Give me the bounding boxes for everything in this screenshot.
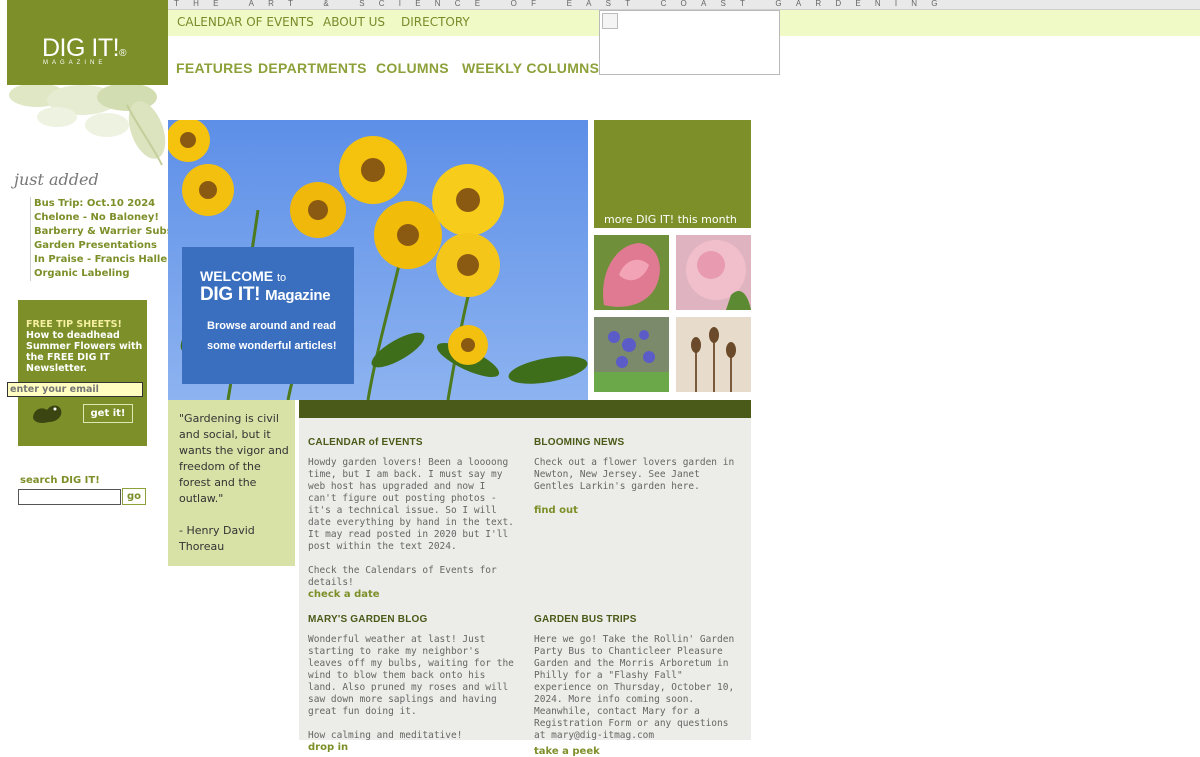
just-added-item[interactable]: Bus Trip: Oct.10 2024 [34, 197, 173, 211]
logo-subtitle: MAGAZINE [43, 60, 107, 66]
get-it-button[interactable]: get it! [83, 404, 133, 423]
nav-columns[interactable]: COLUMNS [376, 60, 449, 76]
thumb-seedheads-image[interactable] [676, 317, 751, 392]
section-title: GARDEN BUS TRIPS [534, 614, 637, 625]
nav-directory[interactable]: DIRECTORY [401, 15, 470, 29]
drop-in-link[interactable]: drop in [308, 742, 518, 753]
section-garden-blog: MARY'S GARDEN BLOG Wonderful weather at … [308, 614, 518, 753]
nav-departments[interactable]: DEPARTMENTS [258, 60, 367, 76]
section-blooming-news: BLOOMING NEWS Check out a flower lovers … [534, 437, 744, 516]
section-body2: How calming and meditative! [308, 730, 463, 741]
bird-icon [33, 405, 62, 423]
thumb-peony-image[interactable] [676, 235, 751, 310]
just-added-item[interactable]: In Praise - Francis Halle [34, 253, 173, 267]
section-body: Howdy garden lovers! Been a loooong time… [308, 457, 514, 552]
tip-sheets-body: How to deadhead Summer Flowers with the … [26, 330, 143, 374]
quote: "Gardening is civil and social, but it w… [179, 411, 289, 555]
more-dig-it-box[interactable] [594, 120, 751, 228]
search-go-button[interactable]: go [122, 488, 146, 505]
search-input[interactable] [18, 489, 121, 505]
section-title: MARY'S GARDEN BLOG [308, 614, 428, 625]
section-calendar: CALENDAR of EVENTS Howdy garden lovers! … [308, 437, 518, 600]
tip-sheets-title: FREE TIP SHEETS! [26, 319, 122, 330]
section-bus-trips: GARDEN BUS TRIPS Here we go! Take the Ro… [534, 614, 744, 757]
leaves-decoration-icon [9, 85, 166, 166]
email-input[interactable] [7, 382, 143, 397]
section-body: Here we go! Take the Rollin' Garden Part… [534, 634, 735, 741]
section-body: Wonderful weather at last! Just starting… [308, 634, 514, 717]
quote-author: - Henry David Thoreau [179, 524, 255, 553]
content-header-bar [299, 400, 751, 418]
just-added-item[interactable]: Chelone - No Baloney! [34, 211, 173, 225]
just-added-item[interactable]: Organic Labeling [34, 267, 173, 281]
just-added-list: Bus Trip: Oct.10 2024 Chelone - No Balon… [30, 197, 173, 281]
section-title: CALENDAR of EVENTS [308, 437, 423, 448]
nav-weekly-columns[interactable]: WEEKLY COLUMNS [462, 60, 599, 76]
take-a-peek-link[interactable]: take a peek [534, 746, 744, 757]
quote-text: "Gardening is civil and social, but it w… [179, 412, 289, 505]
logo-title: DIG IT!® [42, 34, 126, 62]
search-label: search DIG IT! [20, 475, 100, 486]
more-dig-it-label[interactable]: more DIG IT! this month [604, 213, 737, 226]
thumb-blue-flowers-image[interactable] [594, 317, 669, 392]
nav-features[interactable]: FEATURES [176, 60, 253, 76]
section-title: BLOOMING NEWS [534, 437, 625, 448]
section-body: Check out a flower lovers garden in Newt… [534, 457, 735, 492]
find-out-link[interactable]: find out [534, 505, 744, 516]
welcome-line1: WELCOME to [200, 268, 287, 284]
welcome-line3: Browse around and read some wonderful ar… [207, 320, 337, 352]
broken-image-icon [602, 13, 618, 29]
check-a-date-link[interactable]: check a date [308, 589, 518, 600]
nav-about-us[interactable]: ABOUT US [323, 15, 385, 29]
section-body2: Check the Calendars of Events for detail… [308, 565, 497, 588]
nav-calendar-of-events[interactable]: CALENDAR OF EVENTS [177, 15, 314, 29]
banner-image-placeholder[interactable] [599, 10, 780, 75]
welcome-line2: DIG IT! Magazine [200, 284, 331, 305]
just-added-item[interactable]: Barberry & Warrier Subs [34, 225, 173, 239]
just-added-item[interactable]: Garden Presentations [34, 239, 173, 253]
thumb-pink-rose-image[interactable] [594, 235, 669, 310]
just-added-heading: just added [14, 170, 99, 189]
tagline: THE ART & SCIENCE OF EAST COAST GARDENIN… [174, 0, 952, 8]
